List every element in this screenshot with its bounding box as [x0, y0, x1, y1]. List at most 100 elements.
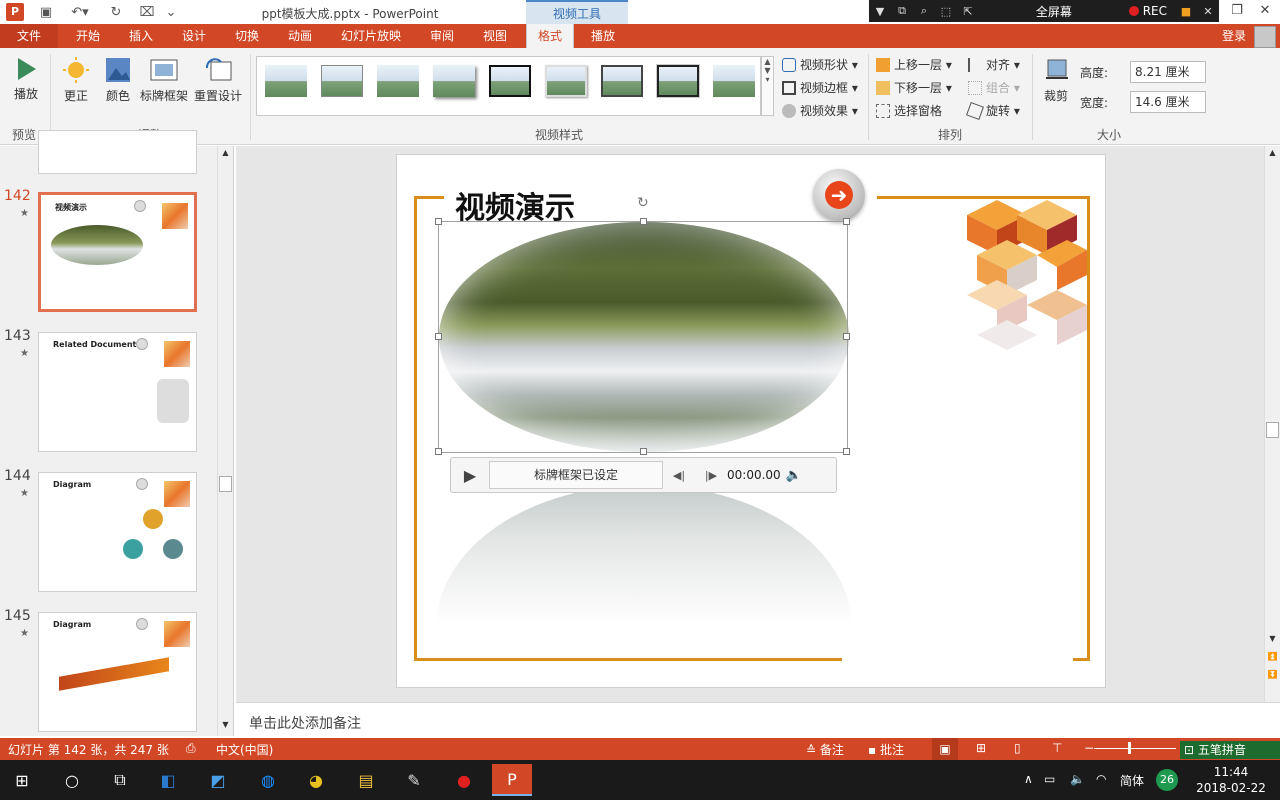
tab-view[interactable]: 视图 — [470, 24, 520, 48]
region-icon[interactable]: ⬚ — [935, 5, 957, 18]
previous-slide-icon[interactable]: ⏫ — [1266, 652, 1279, 661]
login-link[interactable]: 登录 — [1222, 24, 1246, 48]
media-app-icon[interactable]: ◕ — [296, 764, 336, 796]
tab-slideshow[interactable]: 幻灯片放映 — [330, 24, 412, 48]
tab-file[interactable]: 文件 — [0, 24, 58, 48]
notes-toggle[interactable]: ≙ 备注 — [806, 741, 844, 758]
play-icon[interactable]: ▶ — [451, 458, 489, 492]
tray-expand-icon[interactable]: ∧ — [1024, 772, 1033, 786]
battery-icon[interactable]: ▭ — [1044, 772, 1055, 786]
outlook-icon[interactable]: ◧ — [148, 764, 188, 796]
step-forward-icon[interactable]: |▶ — [695, 469, 727, 482]
cortana-icon[interactable]: ○ — [52, 764, 92, 796]
video-effects-button[interactable]: 视频效果 ▾ — [782, 102, 858, 119]
notes-pane[interactable]: 单击此处添加备注 — [236, 702, 1280, 738]
resize-handle[interactable] — [435, 448, 442, 455]
slide-thumbnail-143[interactable]: Related Documents — [38, 332, 197, 452]
align-button[interactable]: 对齐 ▾ — [968, 56, 1020, 73]
scroll-up-icon[interactable]: ▲ — [1266, 148, 1279, 157]
volume-icon[interactable]: 🔈 — [779, 468, 809, 483]
send-backward-button[interactable]: 下移一层 ▾ — [876, 79, 952, 96]
scroll-thumb[interactable] — [219, 476, 232, 492]
step-back-icon[interactable]: ◀| — [663, 469, 695, 482]
video-style-thumb[interactable] — [265, 65, 307, 97]
task-view-icon[interactable]: ⧉ — [100, 764, 140, 796]
video-styles-gallery[interactable] — [256, 56, 761, 116]
avatar[interactable] — [1254, 26, 1276, 48]
resize-handle[interactable] — [843, 218, 850, 225]
tab-transitions[interactable]: 切换 — [222, 24, 272, 48]
slide-thumbnail-141[interactable] — [38, 130, 197, 174]
zoom-slider-thumb[interactable] — [1128, 742, 1131, 754]
corrections-button[interactable]: 更正 — [56, 56, 96, 104]
scroll-down-icon[interactable]: ▼ — [1266, 634, 1279, 643]
reset-design-button[interactable]: 重置设计 — [192, 56, 244, 104]
video-style-thumb[interactable] — [433, 65, 475, 97]
cursor-icon[interactable]: ⇱ — [957, 5, 979, 18]
tab-animations[interactable]: 动画 — [274, 24, 326, 48]
crop-button[interactable]: 裁剪 — [1038, 56, 1074, 104]
resize-handle[interactable] — [435, 333, 442, 340]
slide-sorter-icon[interactable]: ⊞ — [976, 741, 986, 755]
slideshow-view-icon[interactable]: ⊤ — [1052, 741, 1062, 755]
tab-design[interactable]: 设计 — [168, 24, 220, 48]
resize-handle[interactable] — [640, 218, 647, 225]
video-style-thumb[interactable] — [656, 64, 700, 98]
recorder-app-icon[interactable]: ● — [444, 764, 484, 796]
height-input[interactable]: 8.21 厘米 — [1130, 61, 1206, 83]
wifi-icon[interactable]: ◠ — [1096, 772, 1106, 786]
ime-indicator[interactable]: ⊡ 五笔拼音 — [1180, 741, 1280, 759]
ime-tray[interactable]: 简体 — [1120, 772, 1144, 789]
slide-thumbnail-142[interactable]: 视频演示 — [38, 192, 197, 312]
video-border-button[interactable]: 视频边框 ▾ — [782, 79, 858, 96]
resize-handle[interactable] — [843, 448, 850, 455]
play-button[interactable]: 播放 — [6, 56, 46, 102]
mail-app-icon[interactable]: ◩ — [198, 764, 238, 796]
group-button[interactable]: 组合 ▾ — [968, 79, 1020, 96]
normal-view-icon[interactable]: ▣ — [932, 738, 958, 760]
clock[interactable]: 11:44 2018-02-22 — [1196, 764, 1266, 796]
close-icon[interactable]: ✕ — [1254, 0, 1276, 22]
video-style-thumb[interactable] — [545, 65, 587, 97]
slide-thumbnail-144[interactable]: Diagram — [38, 472, 197, 592]
zoom-slider[interactable] — [1094, 748, 1176, 749]
width-input[interactable]: 14.6 厘米 — [1130, 91, 1206, 113]
video-style-thumb[interactable] — [489, 65, 531, 97]
resize-handle[interactable] — [843, 333, 850, 340]
next-arrow-icon[interactable]: ➜ — [813, 169, 865, 221]
gallery-scroll[interactable]: ▲ ▼ ▾ — [761, 56, 774, 116]
video-style-thumb[interactable] — [321, 65, 363, 97]
tab-insert[interactable]: 插入 — [116, 24, 166, 48]
color-button[interactable]: 颜色 — [98, 56, 138, 104]
scroll-down-icon[interactable]: ▼ — [219, 720, 232, 732]
bring-forward-button[interactable]: 上移一层 ▾ — [876, 56, 952, 73]
video-shape-button[interactable]: 视频形状 ▾ — [782, 56, 858, 73]
camera-icon[interactable]: ■ — [1175, 5, 1197, 18]
windows-start-icon[interactable]: ⊞ — [2, 764, 42, 796]
rotate-button[interactable]: 旋转 ▾ — [966, 101, 1020, 120]
tab-review[interactable]: 审阅 — [416, 24, 468, 48]
rotate-handle-icon[interactable]: ↻ — [637, 195, 649, 211]
video-style-thumb[interactable] — [601, 65, 643, 97]
selection-pane-button[interactable]: 选择窗格 — [876, 102, 942, 119]
slide-thumbnail-145[interactable]: Diagram — [38, 612, 197, 732]
editor-scrollbar[interactable]: ▲ ▼ ⏫ ⏬ — [1264, 146, 1280, 702]
dropdown-icon[interactable]: ▼ — [869, 5, 891, 18]
zoom-out-icon[interactable]: − — [1084, 741, 1094, 755]
video-style-thumb[interactable] — [377, 65, 419, 97]
tab-format[interactable]: 格式 — [526, 24, 574, 48]
scroll-up-icon[interactable]: ▲ — [219, 148, 232, 160]
close-recorder-icon[interactable]: ✕ — [1197, 5, 1219, 18]
comments-toggle[interactable]: ▪ 批注 — [868, 741, 904, 758]
resize-handle[interactable] — [435, 218, 442, 225]
spellcheck-icon[interactable]: ⎙ — [186, 741, 196, 756]
volume-tray-icon[interactable]: 🔈 — [1070, 772, 1085, 786]
language-indicator[interactable]: 中文(中国) — [216, 741, 273, 758]
window-icon[interactable]: ⧉ — [891, 4, 913, 18]
powerpoint-taskbar-icon[interactable]: P — [492, 764, 532, 796]
browser-icon[interactable]: ◍ — [248, 764, 288, 796]
notification-badge[interactable]: 26 — [1156, 769, 1178, 791]
tab-home[interactable]: 开始 — [62, 24, 114, 48]
restore-icon[interactable]: ❐ — [1226, 0, 1248, 22]
poster-frame-button[interactable]: 标牌框架 — [138, 56, 190, 104]
